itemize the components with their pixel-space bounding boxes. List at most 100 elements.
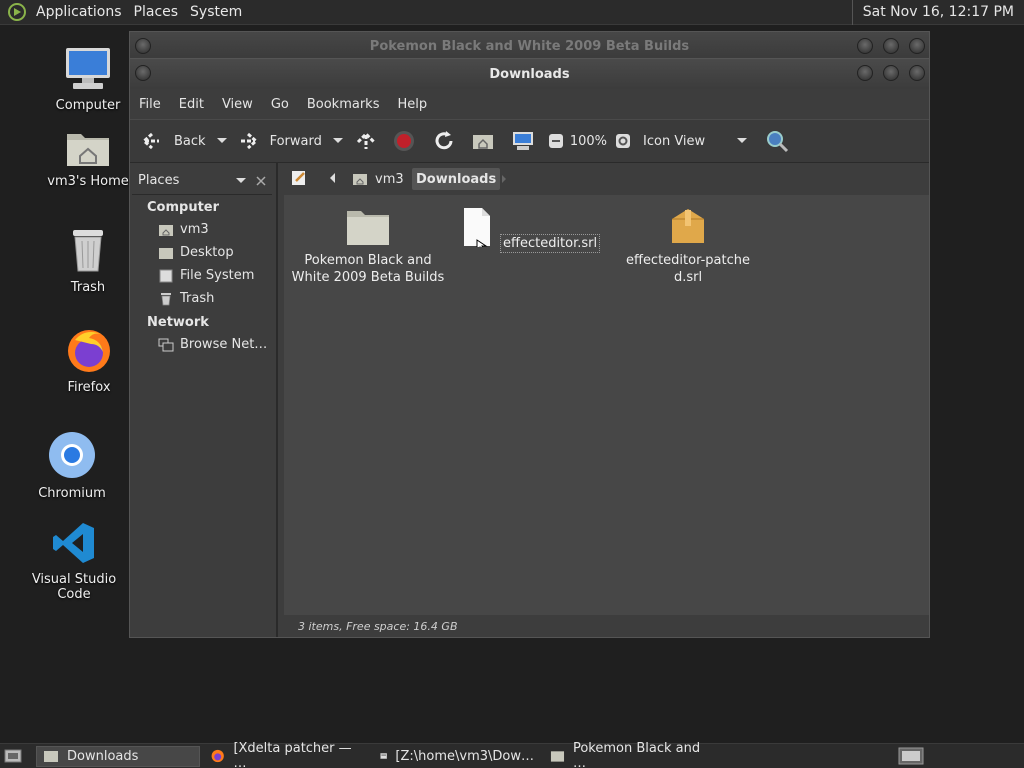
menu-view[interactable]: View bbox=[213, 97, 262, 112]
window-title: Downloads bbox=[489, 67, 570, 82]
taskbar-item-pokemon-folder[interactable]: Pokemon Black and … bbox=[544, 741, 714, 768]
zoom-out-button[interactable] bbox=[548, 133, 564, 149]
close-icon[interactable] bbox=[909, 65, 925, 81]
sidebar-item-vm3[interactable]: vm3 bbox=[158, 222, 209, 237]
trash-icon bbox=[161, 292, 171, 305]
back-history-dropdown[interactable] bbox=[212, 135, 232, 147]
path-button-vm3[interactable]: vm3 bbox=[352, 168, 404, 190]
forward-label: Forward bbox=[269, 133, 322, 149]
desktop-icon-chromium[interactable]: Chromium bbox=[12, 430, 132, 501]
toolbar: Back Forward 100% Icon View bbox=[130, 119, 929, 163]
file-item-effecteditor-patched[interactable]: effecteditor-patched.srl bbox=[608, 207, 768, 286]
back-arrow-icon bbox=[141, 132, 159, 150]
places-menu[interactable]: Places bbox=[128, 4, 185, 20]
wine-icon bbox=[380, 752, 388, 760]
home-button[interactable] bbox=[472, 132, 494, 150]
view-mode-select[interactable]: Icon View bbox=[643, 134, 749, 149]
path-right-arrow-icon[interactable] bbox=[500, 173, 508, 185]
menubar: File Edit View Go Bookmarks Help bbox=[130, 89, 929, 119]
applications-menu[interactable]: Applications bbox=[30, 4, 128, 20]
sidebar-section-network: Network bbox=[147, 315, 209, 330]
zoom-in-icon bbox=[616, 134, 631, 148]
menu-go[interactable]: Go bbox=[262, 97, 298, 112]
panel-clock[interactable]: Sat Nov 16, 12:17 PM bbox=[851, 0, 1024, 25]
distro-logo-icon[interactable] bbox=[8, 3, 26, 21]
menu-help[interactable]: Help bbox=[388, 97, 436, 112]
background-window[interactable]: Pokemon Black and White 2009 Beta Builds bbox=[129, 31, 930, 61]
folder-icon bbox=[347, 211, 389, 245]
top-panel: Applications Places System Sat Nov 16, 1… bbox=[0, 0, 1024, 25]
window-titlebar[interactable]: Downloads bbox=[130, 59, 929, 89]
desktop-icon-label: Chromium bbox=[38, 486, 106, 501]
close-icon[interactable] bbox=[909, 38, 925, 54]
taskbar-item-downloads[interactable]: Downloads bbox=[36, 745, 200, 767]
desktop-folder-icon bbox=[159, 247, 173, 259]
path-button-downloads[interactable]: Downloads bbox=[412, 168, 501, 190]
path-left-arrow-icon[interactable] bbox=[328, 171, 338, 185]
back-button[interactable]: Back bbox=[140, 131, 206, 151]
file-view[interactable]: Pokemon Black and White 2009 Beta Builds… bbox=[284, 195, 929, 615]
sidebar-item-label: Desktop bbox=[180, 245, 234, 260]
minimize-icon[interactable] bbox=[857, 65, 873, 81]
sidebar-item-browse-network[interactable]: Browse Net… bbox=[158, 337, 267, 352]
taskbar-item-xdelta-patcher[interactable]: [Xdelta patcher — … bbox=[204, 741, 370, 768]
package-icon bbox=[672, 209, 704, 243]
path-segment-label: Downloads bbox=[416, 171, 497, 187]
forward-button[interactable]: Forward bbox=[238, 131, 322, 151]
maximize-icon[interactable] bbox=[883, 65, 899, 81]
file-manager-window: Downloads File Edit View Go Bookmarks He… bbox=[129, 58, 930, 638]
taskbar-item-label: [Z:\home\vm3\Dow… bbox=[395, 748, 534, 764]
sidebar-item-label: File System bbox=[180, 268, 255, 283]
taskbar-item-label: Downloads bbox=[67, 748, 139, 764]
home-folder-icon bbox=[159, 224, 173, 236]
minimize-icon[interactable] bbox=[857, 38, 873, 54]
file-item-label: effecteditor.srl bbox=[500, 234, 601, 253]
taskbar-item-label: Pokemon Black and … bbox=[572, 741, 701, 768]
file-item-label: Pokemon Black and White 2009 Beta Builds bbox=[291, 253, 445, 285]
maximize-icon[interactable] bbox=[883, 38, 899, 54]
chevron-down-icon bbox=[332, 138, 343, 143]
stop-icon bbox=[393, 131, 414, 151]
sidebar-item-filesystem[interactable]: File System bbox=[158, 268, 254, 283]
zoom-in-button[interactable] bbox=[615, 133, 631, 149]
menu-file[interactable]: File bbox=[130, 97, 170, 112]
status-bar: 3 items, Free space: 16.4 GB bbox=[284, 615, 929, 637]
home-folder-icon bbox=[353, 174, 367, 185]
zoom-level[interactable]: 100% bbox=[570, 134, 607, 149]
sidebar-item-label: Trash bbox=[180, 291, 215, 306]
chromium-icon bbox=[49, 432, 95, 478]
menu-bookmarks[interactable]: Bookmarks bbox=[298, 97, 389, 112]
location-bar: vm3 Downloads bbox=[130, 163, 929, 195]
back-label: Back bbox=[174, 133, 206, 149]
menu-edit[interactable]: Edit bbox=[170, 97, 213, 112]
desktop-icon-label: Visual Studio Code bbox=[31, 572, 117, 602]
drive-icon bbox=[159, 269, 173, 282]
sidebar-item-label: Browse Net… bbox=[180, 337, 268, 352]
file-item-folder[interactable]: Pokemon Black and White 2009 Beta Builds bbox=[288, 207, 448, 286]
firefox-icon bbox=[211, 749, 224, 763]
up-arrow-icon bbox=[356, 131, 375, 149]
workspace-switcher-icon[interactable] bbox=[898, 747, 924, 765]
sidebar-section-computer: Computer bbox=[147, 200, 220, 215]
sidebar-item-label: vm3 bbox=[180, 222, 209, 237]
sidebar-item-desktop[interactable]: Desktop bbox=[158, 245, 234, 260]
search-icon bbox=[767, 131, 789, 153]
firefox-icon bbox=[68, 330, 110, 372]
vscode-icon bbox=[53, 523, 94, 563]
reload-button[interactable] bbox=[432, 129, 456, 153]
system-menu[interactable]: System bbox=[184, 4, 248, 20]
stop-button[interactable] bbox=[392, 129, 416, 153]
search-button[interactable] bbox=[765, 129, 789, 153]
view-mode-label: Icon View bbox=[643, 133, 706, 149]
desktop-icon-vscode[interactable]: Visual Studio Code bbox=[14, 520, 134, 602]
toggle-location-entry-icon[interactable] bbox=[290, 169, 308, 187]
home-folder-icon bbox=[67, 134, 109, 166]
forward-history-dropdown[interactable] bbox=[328, 135, 348, 147]
home-folder-icon bbox=[472, 135, 493, 149]
sidebar-item-trash[interactable]: Trash bbox=[158, 291, 214, 306]
up-button[interactable] bbox=[354, 130, 378, 152]
file-item-effecteditor[interactable]: effecteditor.srl bbox=[448, 207, 608, 253]
show-desktop-icon[interactable] bbox=[4, 748, 22, 764]
computer-button[interactable] bbox=[512, 131, 534, 151]
taskbar-item-wine-explorer[interactable]: [Z:\home\vm3\Dow… bbox=[374, 746, 540, 767]
